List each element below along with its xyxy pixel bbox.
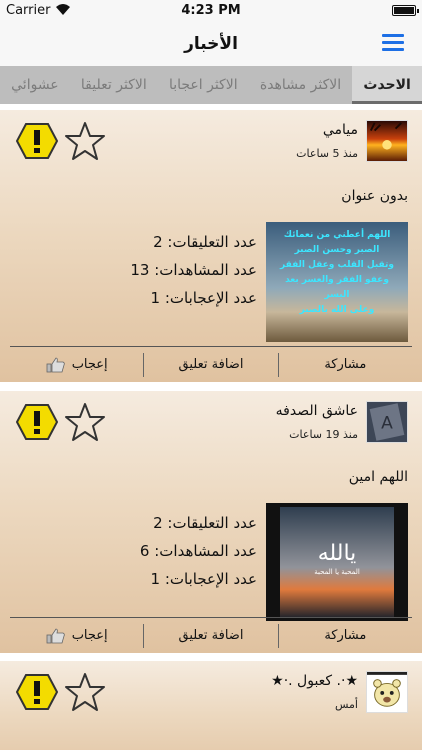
- favorite-star-icon[interactable]: [64, 401, 106, 443]
- svg-text:A: A: [381, 414, 393, 434]
- tab-random[interactable]: عشوائي: [0, 66, 70, 104]
- post-time: منذ 19 ساعات: [289, 428, 358, 441]
- post-card: ★·. كعبول .·★ أمس: [0, 661, 422, 750]
- report-warning-icon[interactable]: [16, 673, 58, 711]
- post-action-bar: إعجاب اضافة تعليق مشاركة: [10, 346, 412, 382]
- views-count-row: عدد المشاهدات: 6: [77, 537, 257, 565]
- favorite-star-icon[interactable]: [64, 120, 106, 162]
- post-image[interactable]: يالله المحبة يا المحبة: [266, 503, 408, 621]
- like-button[interactable]: إعجاب: [10, 624, 143, 648]
- likes-count: 1: [150, 289, 161, 307]
- image-caption-line: اليسر: [324, 290, 350, 300]
- views-count: 13: [130, 261, 150, 279]
- comments-count: 2: [153, 514, 163, 532]
- views-count-label: عدد المشاهدات:: [154, 542, 257, 560]
- image-caption-line: وتقبل القلب وعقل الفقر: [280, 260, 394, 270]
- like-button-label: إعجاب: [71, 627, 108, 643]
- image-caption-line: وعفو الفقر والعسر بعد: [285, 275, 389, 285]
- post-stats: عدد التعليقات: 2 عدد المشاهدات: 6 عدد ال…: [77, 509, 257, 593]
- navigation-bar: الأخبار: [0, 22, 422, 66]
- post-text: بدون عنوان: [341, 188, 408, 204]
- tab-most-commented[interactable]: الاكثر تعليقا: [70, 66, 158, 104]
- hamburger-menu-icon[interactable]: [382, 34, 404, 52]
- post-card: ميامي منذ 5 ساعات بدون عنوان اللهم أعطني…: [0, 110, 422, 382]
- clock: 4:23 PM: [181, 3, 241, 18]
- likes-count-row: عدد الإعجابات: 1: [77, 284, 257, 312]
- battery-icon: [392, 5, 419, 16]
- favorite-star-icon[interactable]: [64, 671, 106, 713]
- post-author[interactable]: عاشق الصدفه: [276, 403, 358, 419]
- thumbs-up-icon: [46, 357, 65, 372]
- report-warning-icon[interactable]: [16, 403, 58, 441]
- likes-count: 1: [150, 570, 161, 588]
- likes-count-label: عدد الإعجابات:: [164, 289, 257, 307]
- share-button[interactable]: مشاركة: [277, 623, 412, 648]
- add-comment-button[interactable]: اضافة تعليق: [143, 623, 277, 648]
- post-stats: عدد التعليقات: 2 عدد المشاهدات: 13 عدد ا…: [77, 228, 257, 312]
- status-bar: Carrier 4:23 PM: [0, 0, 422, 22]
- image-caption-line: وعلى الله بالصبر: [299, 305, 375, 315]
- comments-count-row: عدد التعليقات: 2: [77, 228, 257, 256]
- share-button[interactable]: مشاركة: [277, 352, 412, 377]
- post-text: اللهم امين: [348, 469, 408, 485]
- views-count-label: عدد المشاهدات:: [154, 261, 257, 279]
- post-time: منذ 5 ساعات: [296, 147, 358, 160]
- comments-count-row: عدد التعليقات: 2: [77, 509, 257, 537]
- add-comment-button[interactable]: اضافة تعليق: [143, 352, 277, 377]
- image-caption-line: يالله: [317, 541, 357, 566]
- like-button[interactable]: إعجاب: [10, 353, 143, 377]
- tab-latest[interactable]: الاحدث: [352, 66, 422, 104]
- comments-count: 2: [153, 233, 163, 251]
- user-avatar[interactable]: A: [366, 401, 408, 443]
- report-warning-icon[interactable]: [16, 122, 58, 160]
- tab-most-viewed[interactable]: الاكثر مشاهدة: [249, 66, 353, 104]
- tab-most-liked[interactable]: الاكثر اعجابا: [158, 66, 249, 104]
- post-image-caption: يالله المحبة يا المحبة: [266, 541, 408, 577]
- likes-count-row: عدد الإعجابات: 1: [77, 565, 257, 593]
- feed-tabs: عشوائي الاكثر تعليقا الاكثر اعجابا الاكث…: [0, 66, 422, 104]
- post-author[interactable]: ميامي: [323, 122, 358, 138]
- post-card: A عاشق الصدفه منذ 19 ساعات اللهم امين يا…: [0, 391, 422, 653]
- user-avatar[interactable]: [366, 671, 408, 713]
- post-author[interactable]: ★·. كعبول .·★: [271, 673, 358, 689]
- image-caption-line: المحبة يا المحبة: [314, 568, 360, 576]
- thumbs-up-icon: [46, 628, 65, 643]
- views-count-row: عدد المشاهدات: 13: [77, 256, 257, 284]
- image-caption-line: اللهم أعطني من نعمائك: [283, 230, 391, 240]
- post-image[interactable]: اللهم أعطني من نعمائك الصبر وحسن الصبر و…: [266, 222, 408, 342]
- image-caption-line: الصبر وحسن الصبر: [294, 245, 380, 255]
- post-time: أمس: [335, 698, 358, 711]
- user-avatar[interactable]: [366, 120, 408, 162]
- page-title: الأخبار: [184, 34, 238, 54]
- comments-count-label: عدد التعليقات:: [167, 233, 257, 251]
- likes-count-label: عدد الإعجابات:: [164, 570, 257, 588]
- comments-count-label: عدد التعليقات:: [167, 514, 257, 532]
- news-feed[interactable]: ميامي منذ 5 ساعات بدون عنوان اللهم أعطني…: [0, 104, 422, 750]
- views-count: 6: [139, 542, 150, 560]
- post-image-caption: اللهم أعطني من نعمائك الصبر وحسن الصبر و…: [266, 222, 408, 342]
- post-action-bar: إعجاب اضافة تعليق مشاركة: [10, 617, 412, 653]
- like-button-label: إعجاب: [71, 356, 108, 372]
